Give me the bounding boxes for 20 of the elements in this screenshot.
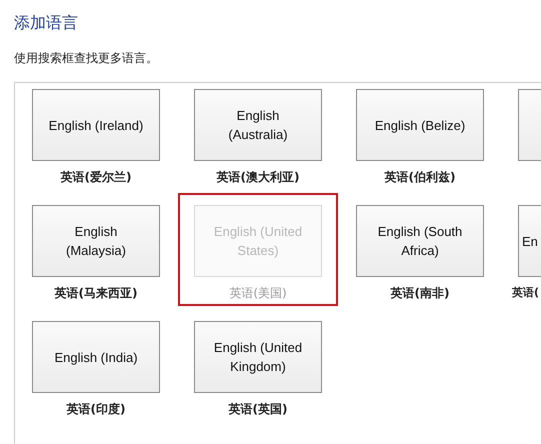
language-tile[interactable]: English (United Kingdom) xyxy=(194,321,322,393)
language-caption: 英语(美国) xyxy=(229,285,287,301)
instruction-text: 使用搜索框查找更多语言。 xyxy=(14,50,159,66)
language-caption: 英语(英国) xyxy=(228,401,288,417)
language-caption: 英语(印度) xyxy=(66,401,126,417)
language-tile[interactable]: English (Ireland) xyxy=(32,89,160,161)
language-caption: 英语(澳大利亚) xyxy=(216,169,300,185)
language-caption: 英语(伯利兹) xyxy=(384,169,456,185)
language-tile[interactable]: English (Malaysia) xyxy=(32,205,160,277)
language-tile[interactable]: English (Australia) xyxy=(194,89,322,161)
language-caption: 英语(南非) xyxy=(390,285,450,301)
language-tile[interactable]: English (India) xyxy=(32,321,160,393)
language-caption: 英语(马来西亚) xyxy=(54,285,138,301)
language-tile[interactable]: English (South Africa) xyxy=(356,205,484,277)
page-title: 添加语言 xyxy=(14,12,79,34)
language-caption: 英语(爱尔兰) xyxy=(60,169,132,185)
language-tile[interactable]: English (Belize) xyxy=(356,89,484,161)
language-tile[interactable]: En xyxy=(518,205,541,277)
language-tile[interactable] xyxy=(518,89,541,161)
language-caption: 英语( xyxy=(512,285,540,301)
